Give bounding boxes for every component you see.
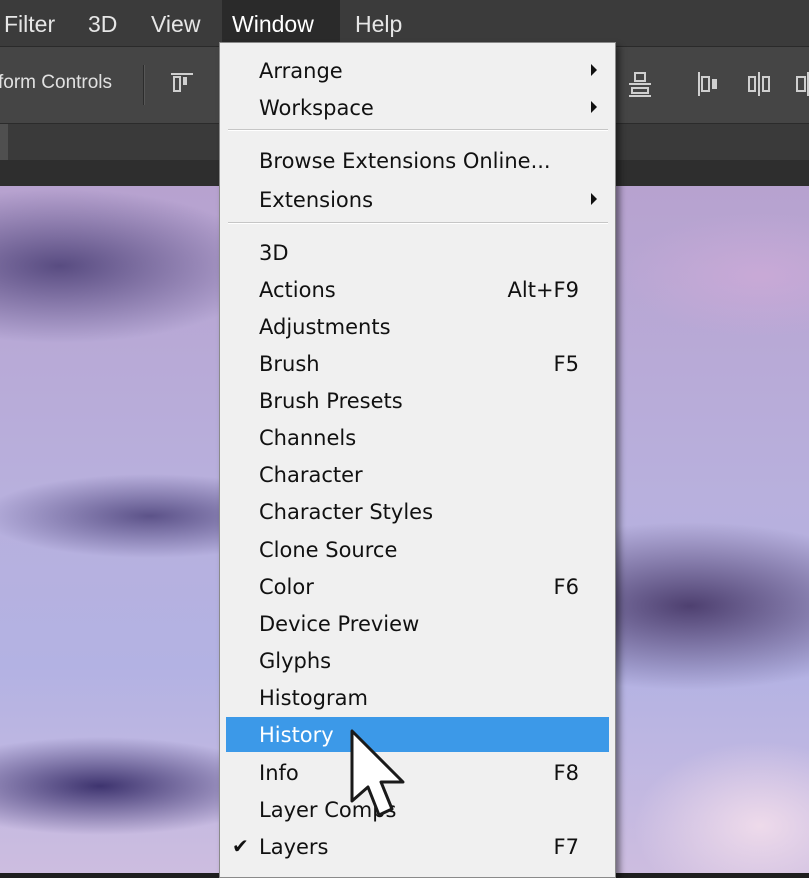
menu-item-browse-extensions-online[interactable]: Browse Extensions Online... [226,143,609,178]
menu-filter[interactable]: Filter [0,0,65,46]
menu-item-character[interactable]: Character [226,457,609,492]
menu-item-character-styles[interactable]: Character Styles [226,494,609,529]
menu-item-label: Device Preview [259,612,420,636]
menu-item-adjustments[interactable]: Adjustments [226,309,609,344]
mouse-pointer-icon [350,729,405,817]
submenu-arrow-icon [591,101,597,113]
distribute-right-icon[interactable] [793,69,809,99]
menu-item-label: Character Styles [259,500,434,524]
menu-help[interactable]: Help [345,0,412,46]
options-divider [143,65,145,105]
menu-item-shortcut: F7 [553,835,579,859]
document-tab[interactable] [0,124,8,160]
submenu-arrow-icon [591,193,597,205]
menu-item-brush-presets[interactable]: Brush Presets [226,383,609,418]
menu-item-label: History [259,723,334,747]
menu-item-layers[interactable]: ✔ Layers F7 [226,829,609,864]
menu-item-3d[interactable]: 3D [226,235,609,270]
menu-item-histogram[interactable]: Histogram [226,680,609,715]
menu-item-info[interactable]: Info F8 [226,755,609,790]
menu-item-label: Arrange [259,59,343,83]
menu-separator [228,222,608,224]
app-menubar: Filter 3D View Window Help [0,0,809,47]
menu-item-color[interactable]: Color F6 [226,569,609,604]
menu-item-label: Adjustments [259,315,391,339]
align-top-edges-icon[interactable] [168,69,196,99]
menu-item-label: Character [259,463,363,487]
menu-item-layer-comps[interactable]: Layer Comps [226,792,609,827]
menu-item-brush[interactable]: Brush F5 [226,346,609,381]
menu-item-glyphs[interactable]: Glyphs [226,643,609,678]
menu-item-history[interactable]: History [226,717,609,752]
menu-item-label: Glyphs [259,649,332,673]
submenu-arrow-icon [591,64,597,76]
menu-item-shortcut: F5 [553,352,579,376]
distribute-left-icon[interactable] [694,69,722,99]
menu-view[interactable]: View [141,0,210,46]
distribute-horizontal-centers-icon[interactable] [745,69,773,99]
window-menu-dropdown: Arrange Workspace Browse Extensions Onli… [219,42,616,878]
menu-item-channels[interactable]: Channels [226,420,609,455]
menu-item-shortcut: F6 [553,575,579,599]
menu-item-label: Brush Presets [259,389,403,413]
menu-item-extensions[interactable]: Extensions [226,182,609,217]
transform-controls-label[interactable]: form Controls [0,72,112,94]
menu-item-label: Clone Source [259,538,398,562]
checkmark-icon: ✔ [232,834,249,858]
menu-item-shortcut: Alt+F9 [507,278,579,302]
menu-item-label: Browse Extensions Online... [259,149,551,173]
menu-item-label: Workspace [259,96,374,120]
menu-item-label: 3D [259,241,289,265]
menu-item-label: Actions [259,278,336,302]
menu-item-clone-source[interactable]: Clone Source [226,532,609,567]
menu-item-device-preview[interactable]: Device Preview [226,606,609,641]
menu-item-label: Layers [259,835,329,859]
menu-item-label: Brush [259,352,320,376]
menu-item-label: Channels [259,426,357,450]
menu-separator [228,129,608,131]
menu-item-shortcut: F8 [553,761,579,785]
menu-item-arrange[interactable]: Arrange [226,53,609,88]
menu-item-label: Extensions [259,188,374,212]
menu-item-label: Info [259,761,299,785]
menu-item-actions[interactable]: Actions Alt+F9 [226,272,609,307]
menu-window[interactable]: Window [222,0,340,46]
menu-3d[interactable]: 3D [78,0,127,46]
menu-item-workspace[interactable]: Workspace [226,90,609,125]
align-bottom-edges-icon[interactable] [626,69,654,99]
menu-item-label: Histogram [259,686,368,710]
menu-item-label: Color [259,575,314,599]
